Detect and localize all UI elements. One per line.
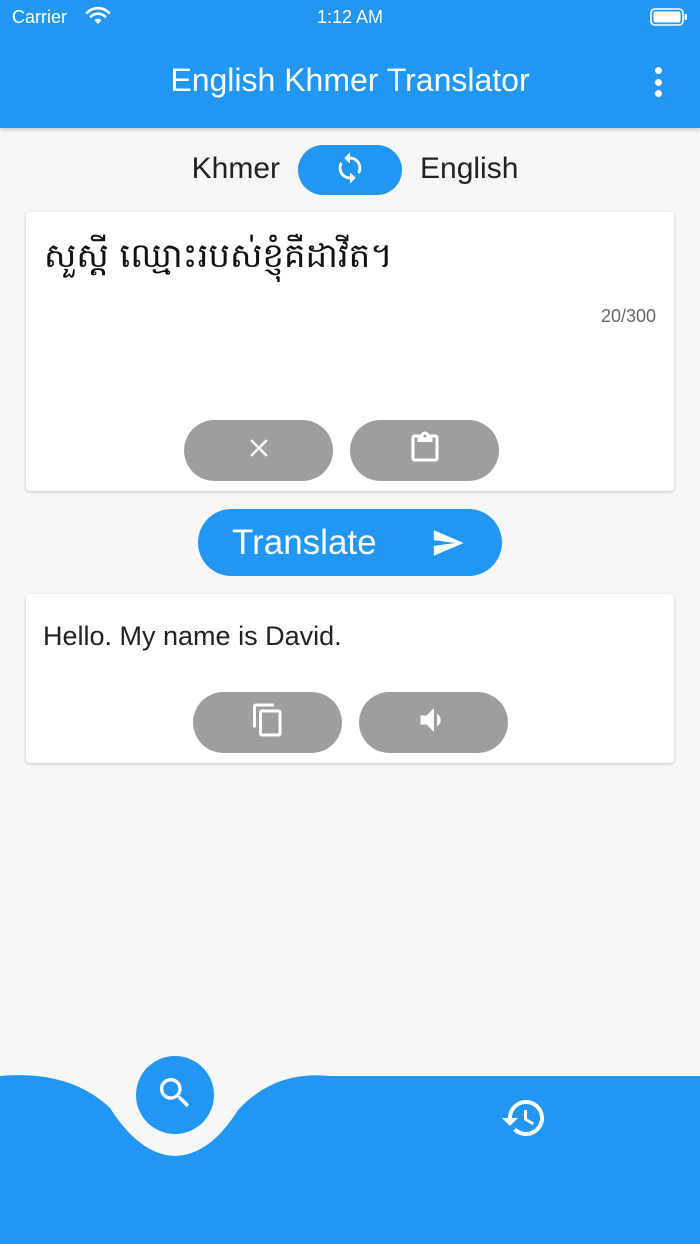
speak-button[interactable] <box>359 692 508 753</box>
translation-output: Hello. My name is David. <box>43 621 342 651</box>
send-icon <box>428 526 468 565</box>
input-card: សួស្តី ឈ្មោះរបស់ខ្ញុំគឺដាវីត។ 20/300 <box>26 212 674 491</box>
paste-button[interactable] <box>350 420 499 481</box>
search-tab-button[interactable] <box>136 1056 214 1134</box>
close-icon <box>244 433 274 468</box>
bottom-nav-background <box>0 1075 700 1244</box>
history-icon <box>500 1094 548 1147</box>
more-vertical-icon[interactable] <box>646 67 670 97</box>
target-language[interactable]: English <box>420 152 518 186</box>
status-bar: Carrier 1:12 AM <box>0 0 700 36</box>
app-header: Carrier 1:12 AM English Khmer Translator <box>0 0 700 128</box>
status-time: 1:12 AM <box>316 7 384 27</box>
volume-icon <box>416 702 452 743</box>
battery-icon <box>650 8 688 26</box>
language-selector: Khmer English <box>0 145 700 195</box>
search-icon <box>155 1073 195 1118</box>
source-text-input[interactable]: សួស្តី ឈ្មោះរបស់ខ្ញុំគឺដាវីត។ <box>44 234 656 284</box>
page-title: English Khmer Translator <box>170 62 530 98</box>
bottom-navigation <box>0 1056 700 1244</box>
translate-label: Translate <box>232 523 377 562</box>
swap-languages-button[interactable] <box>298 145 402 195</box>
clipboard-icon <box>407 428 443 473</box>
translate-button[interactable]: Translate <box>198 509 502 576</box>
copy-icon <box>250 700 286 745</box>
swap-languages-icon <box>333 151 367 190</box>
copy-button[interactable] <box>193 692 342 753</box>
clear-button[interactable] <box>184 420 333 481</box>
output-card: Hello. My name is David. <box>26 594 674 763</box>
source-language[interactable]: Khmer <box>192 152 280 186</box>
history-tab-button[interactable] <box>498 1094 550 1146</box>
character-counter: 20/300 <box>600 306 656 326</box>
